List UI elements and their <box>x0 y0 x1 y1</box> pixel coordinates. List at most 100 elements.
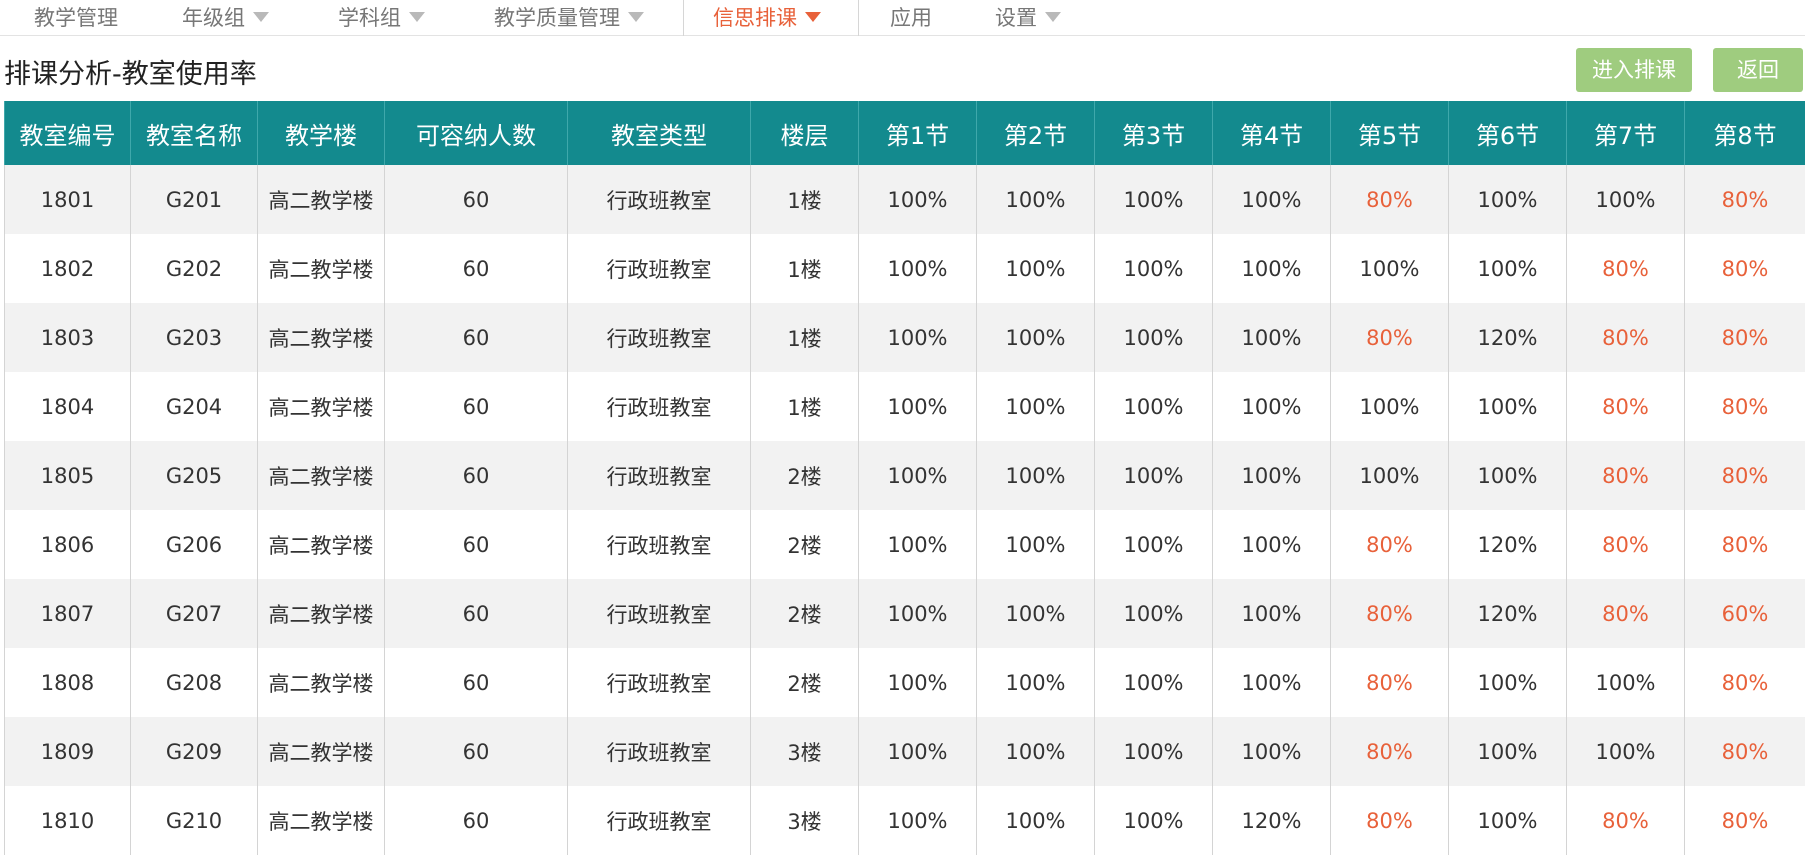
table-row: 1810 G210 高二教学楼 60 行政班教室 3楼 100% 100% 100% 120% 80… <box>4 786 1805 855</box>
usage-table: 教室编号 教室名称 教学楼 可容纳人数 教室类型 楼层 第1节 第2节 第3节 第4节 第5节 第6节… <box>4 101 1805 855</box>
column-header: 教室名称 <box>130 101 258 165</box>
usage-rate-cell: 100% <box>858 234 977 303</box>
usage-rate-cell: 100% <box>1212 579 1331 648</box>
usage-rate-cell: 100% <box>858 441 977 510</box>
usage-rate-cell: 80% <box>1566 234 1685 303</box>
usage-rate-cell: 100% <box>1448 786 1567 855</box>
usage-rate-cell: 100% <box>976 510 1095 579</box>
table-cell: 高二教学楼 <box>257 234 385 303</box>
table-cell: 60 <box>384 234 568 303</box>
usage-rate-cell: 100% <box>1094 648 1213 717</box>
chevron-down-icon <box>409 12 425 22</box>
table-cell: 高二教学楼 <box>257 303 385 372</box>
table-cell: 60 <box>384 510 568 579</box>
table-cell: 行政班教室 <box>567 579 751 648</box>
table-cell: 1楼 <box>750 303 859 372</box>
usage-rate-cell: 80% <box>1330 579 1449 648</box>
table-cell: 行政班教室 <box>567 786 751 855</box>
usage-rate-cell: 80% <box>1684 303 1805 372</box>
usage-rate-cell: 80% <box>1566 303 1685 372</box>
nav-item-label: 教学质量管理 <box>494 6 620 30</box>
nav-item-apps[interactable]: 应用 <box>890 0 932 36</box>
usage-rate-cell: 100% <box>1212 510 1331 579</box>
nav-item-scheduling[interactable]: 信思排课 <box>713 0 821 36</box>
back-button[interactable]: 返回 <box>1713 48 1803 92</box>
table-cell: 1804 <box>4 372 131 441</box>
table-cell: 1楼 <box>750 234 859 303</box>
table-cell: 1808 <box>4 648 131 717</box>
column-header: 第8节 <box>1684 101 1805 165</box>
usage-rate-cell: 100% <box>1448 441 1567 510</box>
table-row: 1808 G208 高二教学楼 60 行政班教室 2楼 100% 100% 100% 100% 80… <box>4 648 1805 717</box>
table-cell: 2楼 <box>750 579 859 648</box>
usage-rate-cell: 120% <box>1448 510 1567 579</box>
usage-rate-cell: 100% <box>976 648 1095 717</box>
table-cell: 高二教学楼 <box>257 579 385 648</box>
table-cell: 行政班教室 <box>567 303 751 372</box>
column-header: 第4节 <box>1212 101 1331 165</box>
nav-item-settings[interactable]: 设置 <box>995 0 1061 36</box>
nav-item-label: 设置 <box>995 6 1037 30</box>
column-header: 教学楼 <box>257 101 385 165</box>
usage-rate-cell: 100% <box>1212 165 1331 234</box>
table-cell: G208 <box>130 648 258 717</box>
table-cell: 2楼 <box>750 510 859 579</box>
usage-rate-cell: 100% <box>1212 234 1331 303</box>
usage-rate-cell: 80% <box>1566 579 1685 648</box>
table-cell: 1803 <box>4 303 131 372</box>
nav-item-teaching-quality[interactable]: 教学质量管理 <box>494 0 644 36</box>
usage-rate-cell: 80% <box>1330 786 1449 855</box>
table-cell: 1810 <box>4 786 131 855</box>
usage-rate-cell: 100% <box>1330 441 1449 510</box>
usage-rate-cell: 100% <box>1094 165 1213 234</box>
top-navigation: 教学管理 年级组 学科组 教学质量管理 信思排课 应用 设置 <box>0 0 1805 36</box>
usage-rate-cell: 100% <box>858 165 977 234</box>
table-cell: G209 <box>130 717 258 786</box>
table-cell: 1802 <box>4 234 131 303</box>
usage-rate-cell: 80% <box>1330 303 1449 372</box>
column-header: 第6节 <box>1448 101 1567 165</box>
usage-rate-cell: 80% <box>1684 648 1805 717</box>
usage-rate-cell: 100% <box>858 510 977 579</box>
usage-rate-cell: 100% <box>976 786 1095 855</box>
enter-scheduling-button[interactable]: 进入排课 <box>1576 48 1692 92</box>
usage-rate-cell: 100% <box>976 372 1095 441</box>
usage-rate-cell: 80% <box>1684 510 1805 579</box>
nav-item-teaching-management[interactable]: 教学管理 <box>34 0 118 36</box>
usage-rate-cell: 100% <box>858 717 977 786</box>
table-cell: 行政班教室 <box>567 441 751 510</box>
usage-rate-cell: 100% <box>1448 372 1567 441</box>
usage-rate-cell: 100% <box>1094 510 1213 579</box>
usage-rate-cell: 80% <box>1684 441 1805 510</box>
nav-item-grade-group[interactable]: 年级组 <box>182 0 269 36</box>
table-cell: 行政班教室 <box>567 234 751 303</box>
nav-item-label: 学科组 <box>338 6 401 30</box>
usage-rate-cell: 120% <box>1448 579 1567 648</box>
column-header: 第3节 <box>1094 101 1213 165</box>
table-cell: 60 <box>384 579 568 648</box>
table-cell: 高二教学楼 <box>257 510 385 579</box>
table-cell: 1809 <box>4 717 131 786</box>
nav-item-subject-group[interactable]: 学科组 <box>338 0 425 36</box>
table-cell: 1806 <box>4 510 131 579</box>
usage-rate-cell: 80% <box>1684 717 1805 786</box>
table-cell: 1807 <box>4 579 131 648</box>
table-cell: 高二教学楼 <box>257 717 385 786</box>
nav-divider <box>858 0 859 36</box>
usage-rate-cell: 80% <box>1684 165 1805 234</box>
usage-rate-cell: 100% <box>1094 786 1213 855</box>
table-cell: 1楼 <box>750 372 859 441</box>
table-cell: 行政班教室 <box>567 648 751 717</box>
table-row: 1805 G205 高二教学楼 60 行政班教室 2楼 100% 100% 100% 100% 10… <box>4 441 1805 510</box>
table-cell: 60 <box>384 372 568 441</box>
table-cell: G203 <box>130 303 258 372</box>
nav-item-label: 应用 <box>890 6 932 30</box>
chevron-down-icon <box>628 12 644 22</box>
table-cell: 3楼 <box>750 717 859 786</box>
table-cell: 60 <box>384 303 568 372</box>
usage-rate-cell: 80% <box>1566 510 1685 579</box>
usage-rate-cell: 100% <box>858 303 977 372</box>
table-row: 1806 G206 高二教学楼 60 行政班教室 2楼 100% 100% 100% 100% 80… <box>4 510 1805 579</box>
usage-rate-cell: 100% <box>858 786 977 855</box>
usage-rate-cell: 80% <box>1684 786 1805 855</box>
